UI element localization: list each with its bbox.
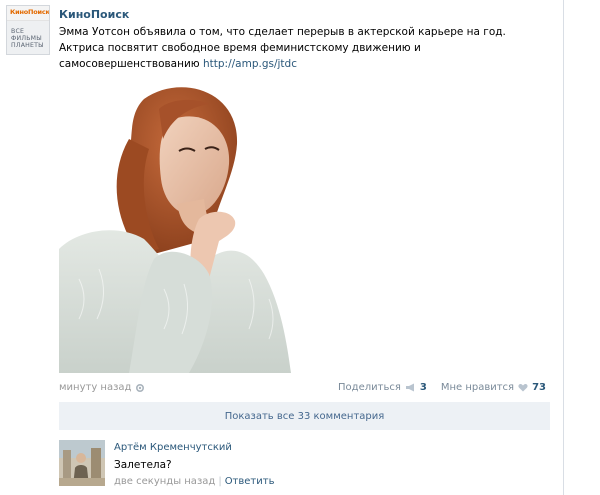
comment-time[interactable]: две секунды назад	[114, 476, 215, 487]
post-link[interactable]: http://amp.gs/jtdc	[203, 58, 297, 70]
post-actions: Поделиться 3 Мне нравится 73	[338, 382, 546, 393]
post-author-link[interactable]: КиноПоиск	[59, 8, 129, 21]
post-photo[interactable]	[59, 79, 291, 373]
show-all-comments-button[interactable]: Показать все 33 комментария	[59, 402, 550, 430]
megaphone-icon	[405, 383, 414, 392]
comment: Артём Кременчутский Залетела? две секунд…	[59, 440, 550, 492]
comment-author-link[interactable]: Артём Кременчутский	[114, 442, 232, 453]
comment-text: Залетела?	[114, 459, 172, 471]
like-button[interactable]: Мне нравится	[441, 382, 514, 393]
gear-icon[interactable]	[135, 383, 145, 393]
share-count: 3	[419, 382, 427, 393]
meta-divider: |	[218, 476, 222, 487]
post-text: Эмма Уотсон объявила о том, что сделает …	[59, 24, 534, 72]
avatar-tagline: ВСЕ ФИЛЬМЫ ПЛАНЕТЫ	[11, 28, 44, 49]
commenter-avatar[interactable]	[59, 440, 105, 486]
avatar-image	[59, 440, 105, 486]
like-count: 73	[532, 382, 546, 393]
portrait-image	[59, 87, 291, 373]
avatar-brand: КиноПоиск	[10, 8, 50, 16]
page-right-border	[563, 0, 564, 495]
share-button[interactable]: Поделиться	[338, 382, 401, 393]
comment-meta: две секунды назад | Ответить	[114, 476, 274, 487]
author-avatar[interactable]: КиноПоиск ВСЕ ФИЛЬМЫ ПЛАНЕТЫ	[6, 5, 50, 55]
heart-icon[interactable]	[518, 383, 528, 392]
post-meta: минуту назад	[59, 382, 145, 393]
reply-button[interactable]: Ответить	[225, 476, 275, 487]
post-time[interactable]: минуту назад	[59, 382, 131, 393]
wall-post: КиноПоиск ВСЕ ФИЛЬМЫ ПЛАНЕТЫ КиноПоиск Э…	[0, 0, 563, 495]
